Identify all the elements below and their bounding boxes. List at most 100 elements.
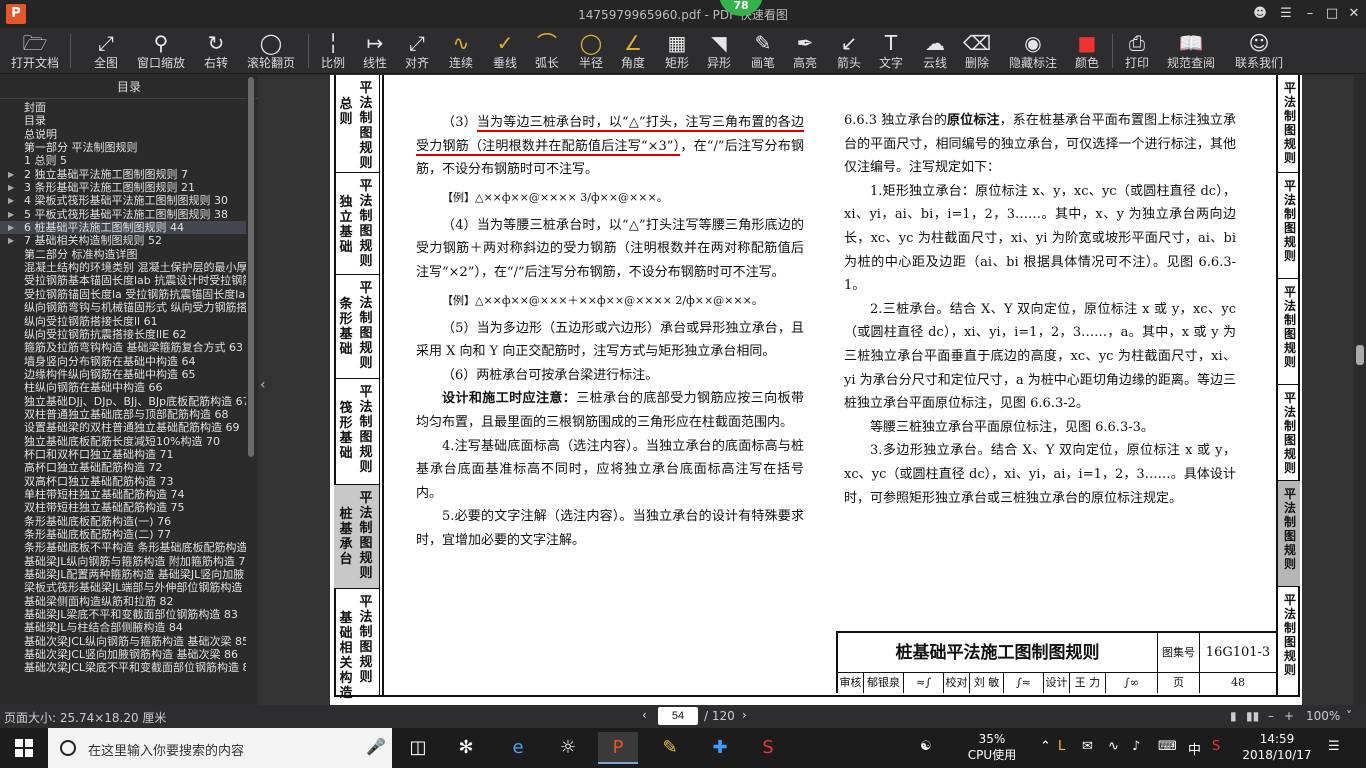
toc-item[interactable]: 梁板式筏形基础梁JL端部与外伸部位钢筋构造 81 xyxy=(0,581,246,594)
toc-item[interactable]: ▶ 7 基础相关构造制图规则 52 xyxy=(0,234,246,247)
document-scrollbar[interactable] xyxy=(1354,75,1366,705)
expand-arrow-icon[interactable]: ▶ xyxy=(8,234,14,247)
maximize-button[interactable]: □ xyxy=(1320,4,1344,24)
color-button[interactable]: ■ 颜色 xyxy=(1072,30,1102,72)
perpendicular-button[interactable]: ✓ 垂线 xyxy=(490,30,520,72)
pdf-viewer-taskbar-icon[interactable]: P xyxy=(598,732,638,764)
window-zoom-button[interactable]: ⚲ 窗口缩放 xyxy=(134,30,188,72)
toc-item[interactable]: 基础梁侧面构造纵筋和拉筋 82 xyxy=(0,595,246,608)
notes-app-icon[interactable]: ✎ xyxy=(650,732,690,764)
toc-item[interactable]: 纵向受拉钢筋搭接长度ll 61 xyxy=(0,315,246,328)
polygon-button[interactable]: ◥ 异形 xyxy=(704,30,734,72)
volume-icon[interactable]: ♪ xyxy=(1132,739,1140,754)
page-number-input[interactable] xyxy=(658,707,698,725)
linear-measure-button[interactable]: ↦ 线性 xyxy=(360,30,390,72)
hide-annotation-button[interactable]: ◉ 隐藏标注 xyxy=(1006,30,1060,72)
toc-item[interactable]: 纵向受拉钢筋抗震搭接长度llE 62 xyxy=(0,328,246,341)
toc-item[interactable]: 基础梁JL纵向钢筋与箍筋构造 附加箍筋构造 79 xyxy=(0,555,246,568)
notification-center-icon[interactable]: ☰ xyxy=(1328,739,1340,754)
text-button[interactable]: T 文字 xyxy=(876,30,906,72)
tray-chat-icon[interactable]: ✉ xyxy=(1082,739,1093,754)
toc-item[interactable]: 高杯口独立基础配筋构造 72 xyxy=(0,461,246,474)
expand-arrow-icon[interactable]: ▶ xyxy=(8,208,14,221)
fit-page-button[interactable]: ⤢ 全图 xyxy=(88,30,124,72)
people-icon[interactable]: ☯ xyxy=(920,739,932,754)
task-view-button[interactable]: ◫ xyxy=(398,732,438,764)
expand-arrow-icon[interactable]: ▶ xyxy=(8,194,14,207)
toc-item[interactable]: 总说明 xyxy=(0,128,246,141)
toc-scrollbar-thumb[interactable] xyxy=(248,77,254,457)
delete-button[interactable]: ⌫ 删除 xyxy=(962,30,992,72)
chat-app-icon[interactable]: ☼ xyxy=(548,732,588,764)
expand-arrow-icon[interactable]: ▶ xyxy=(8,168,14,181)
arrow-button[interactable]: ↙ 箭头 xyxy=(834,30,864,72)
align-measure-button[interactable]: ⤢ 对齐 xyxy=(402,30,432,72)
radius-button[interactable]: ◯ 半径 xyxy=(576,30,606,72)
toc-item[interactable]: ▶ 4 梁板式筏形基础平法施工图制图规则 30 xyxy=(0,194,246,207)
toc-item[interactable]: 设置基础梁的双柱普通独立基础配筋构造 69 xyxy=(0,421,246,434)
toc-item[interactable]: 受拉钢筋锚固长度la 受拉钢筋抗震锚固长度laE 58 xyxy=(0,288,246,301)
prev-page-button[interactable]: ‹ xyxy=(642,708,647,722)
collapse-sidebar-button[interactable]: ‹ xyxy=(258,75,270,705)
toc-item[interactable]: 独立基础DJj、DJp、BJj、BJp底板配筋构造 67 xyxy=(0,395,246,408)
system-clock[interactable]: 14:59 2018/10/17 xyxy=(1232,731,1322,763)
wifi-icon[interactable]: ∿ xyxy=(1108,739,1119,754)
toc-item[interactable]: 基础次梁JCL竖向加腋钢筋构造 基础次梁 86 xyxy=(0,648,246,661)
toc-item[interactable]: 条形基础底板配筋构造(二) 77 xyxy=(0,528,246,541)
toc-item[interactable]: 基础梁JL配置两种箍筋构造 基础梁JL竖向加腋 80 xyxy=(0,568,246,581)
toc-item[interactable]: ▶ 6 桩基础平法施工图制图规则 44 xyxy=(0,221,246,235)
chevron-down-icon[interactable]: ˅ xyxy=(1346,709,1352,723)
rotate-right-button[interactable]: ↻ 右转 xyxy=(198,30,234,72)
toc-item[interactable]: ▶ 3 条形基础平法施工图制图规则 21 xyxy=(0,181,246,194)
toc-item[interactable]: 柱纵向钢筋在基础中构造 66 xyxy=(0,381,246,394)
tray-app-icon[interactable]: L xyxy=(1058,739,1065,754)
toc-item[interactable]: 第二部分 标准构造详图 xyxy=(0,248,246,261)
document-scrollbar-thumb[interactable] xyxy=(1356,345,1364,365)
toc-item[interactable]: 箍筋及拉筋弯钩构造 基础梁箍筋复合方式 63 xyxy=(0,341,246,354)
toc-item[interactable]: 双高杯口独立基础配筋构造 73 xyxy=(0,475,246,488)
zoom-out-icon[interactable]: – xyxy=(1268,709,1274,723)
spec-lookup-button[interactable]: 📖 规范查阅 xyxy=(1164,30,1218,72)
toc-item[interactable]: 第一部分 平法制图规则 xyxy=(0,141,246,154)
toc-item[interactable]: 纵向钢筋弯钩与机械锚固形式 纵向受力钢筋搭接区箍筋构造 59 xyxy=(0,301,246,314)
contact-us-button[interactable]: ☺ 联系我们 xyxy=(1232,30,1286,72)
toc-item[interactable]: 双柱带短柱独立基础配筋构造 75 xyxy=(0,501,246,514)
zoom-level[interactable]: 100% xyxy=(1306,709,1340,723)
toc-item[interactable]: ▶ 2 独立基础平法施工图制图规则 7 xyxy=(0,168,246,181)
angle-button[interactable]: ∠ 角度 xyxy=(618,30,648,72)
user-icon[interactable]: ☻ xyxy=(1248,4,1272,24)
toc-item[interactable]: 封面 xyxy=(0,101,246,114)
wheel-page-button[interactable]: ◯ 滚轮翻页 xyxy=(244,30,298,72)
next-page-button[interactable]: › xyxy=(742,708,747,722)
toc-item[interactable]: 1 总则 5 xyxy=(0,154,246,167)
toc-item[interactable]: 独立基础底板配筋长度减短10%构造 70 xyxy=(0,435,246,448)
toc-item[interactable]: ▶ 5 平板式筏形基础平法施工图制图规则 38 xyxy=(0,208,246,221)
minimize-button[interactable]: – xyxy=(1298,4,1322,24)
rectangle-button[interactable]: ▦ 矩形 xyxy=(662,30,692,72)
toc-item[interactable]: 基础次梁JCL纵向钢筋与箍筋构造 基础次梁 85 xyxy=(0,635,246,648)
toc-item[interactable]: 单柱带短柱独立基础配筋构造 74 xyxy=(0,488,246,501)
ie-browser-icon[interactable]: e xyxy=(498,732,538,764)
cloud-line-button[interactable]: ☁ 云线 xyxy=(920,30,950,72)
app-blue-icon[interactable]: ✚ xyxy=(700,732,740,764)
expand-arrow-icon[interactable]: ▶ xyxy=(8,221,14,234)
toc-item[interactable]: 条形基础底板配筋构造(一) 76 xyxy=(0,515,246,528)
toc-item[interactable]: 基础梁JL与柱结合部侧腋构造 84 xyxy=(0,621,246,634)
highlight-button[interactable]: ✒ 高亮 xyxy=(790,30,820,72)
start-button[interactable] xyxy=(0,728,48,768)
keyboard-icon[interactable]: ⌨ xyxy=(1158,739,1177,754)
toc-item[interactable]: 混凝土结构的环境类别 混凝土保护层的最小厚度 56 xyxy=(0,261,246,274)
pinwheel-app-icon[interactable]: ✻ xyxy=(446,732,486,764)
cpu-usage-widget[interactable]: 35% CPU使用 xyxy=(960,731,1024,763)
wps-app-icon[interactable]: S xyxy=(748,732,788,764)
single-page-icon[interactable]: ▮ xyxy=(1230,709,1237,723)
close-button[interactable]: ✕ xyxy=(1342,4,1366,24)
expand-arrow-icon[interactable]: ▶ xyxy=(8,181,14,194)
tray-expand-icon[interactable]: ⌃ xyxy=(1040,739,1051,754)
toc-item[interactable]: 受拉钢筋基本锚固长度lab 抗震设计时受拉钢筋基本锚固长度labE 57 xyxy=(0,274,246,287)
arc-length-button[interactable]: ⌒ 弧长 xyxy=(532,30,562,72)
continuous-measure-button[interactable]: ∿ 连续 xyxy=(446,30,476,72)
toc-scrollbar[interactable] xyxy=(247,77,255,697)
print-button[interactable]: ⎙ 打印 xyxy=(1122,30,1152,72)
toc-item[interactable]: 杯口和双杯口独立基础构造 71 xyxy=(0,448,246,461)
